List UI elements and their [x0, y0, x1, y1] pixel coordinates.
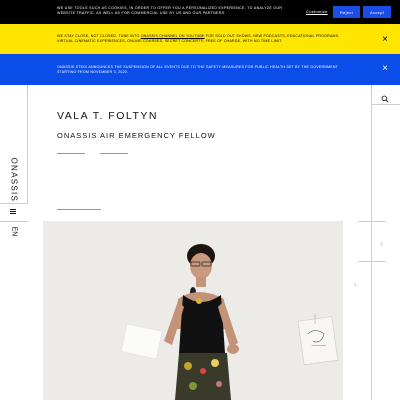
divider — [57, 209, 101, 210]
brand-text: ONASSIS — [9, 157, 19, 203]
notice-yellow-banner: We stay close, not closed. Tune into Ona… — [0, 24, 400, 54]
notice-yellow-text: We stay close, not closed. Tune into Ona… — [57, 34, 357, 44]
right-rail-separator — [371, 104, 400, 105]
hamburger-menu-icon[interactable] — [10, 209, 16, 215]
accept-button[interactable]: Accept — [363, 6, 391, 18]
carousel-divider-bottom — [358, 261, 386, 262]
divider — [57, 153, 85, 154]
page-subtitle: ONASSIS AIR EMERGENCY FELLOW — [57, 131, 216, 140]
chevron-left-icon[interactable]: ‹ — [354, 279, 357, 289]
cookie-consent-text: We use tools such as cookies, in order t… — [57, 6, 283, 15]
chevron-right-icon[interactable]: › — [380, 238, 383, 248]
cookie-consent-bar: We use tools such as cookies, in order t… — [0, 0, 400, 24]
page-title: VALA T. FOLTYN — [57, 110, 158, 122]
carousel-divider-top — [358, 221, 386, 222]
reject-button[interactable]: Reject — [333, 6, 360, 18]
right-rail-divider — [371, 85, 372, 400]
notice-text-before: We stay close, not closed. Tune into — [57, 34, 140, 38]
portrait-photo — [43, 221, 343, 400]
divider — [100, 153, 128, 154]
left-rail-separator — [0, 221, 28, 222]
language-switch[interactable]: EN — [10, 227, 17, 237]
notice-blue-banner: Onassis Stegi announces the suspension o… — [0, 54, 400, 85]
youtube-channel-link[interactable]: Onassis Channel on YouTube — [141, 34, 205, 38]
left-rail-separator — [0, 203, 28, 204]
left-rail-divider — [27, 85, 28, 203]
close-icon[interactable]: × — [380, 35, 390, 45]
customize-link[interactable]: Customize — [306, 9, 328, 14]
search-icon[interactable] — [381, 90, 389, 103]
notice-blue-text: Onassis Stegi announces the suspension o… — [57, 65, 339, 74]
close-icon[interactable]: × — [380, 64, 390, 74]
brand-logo[interactable]: ONASSIS — [7, 157, 21, 203]
